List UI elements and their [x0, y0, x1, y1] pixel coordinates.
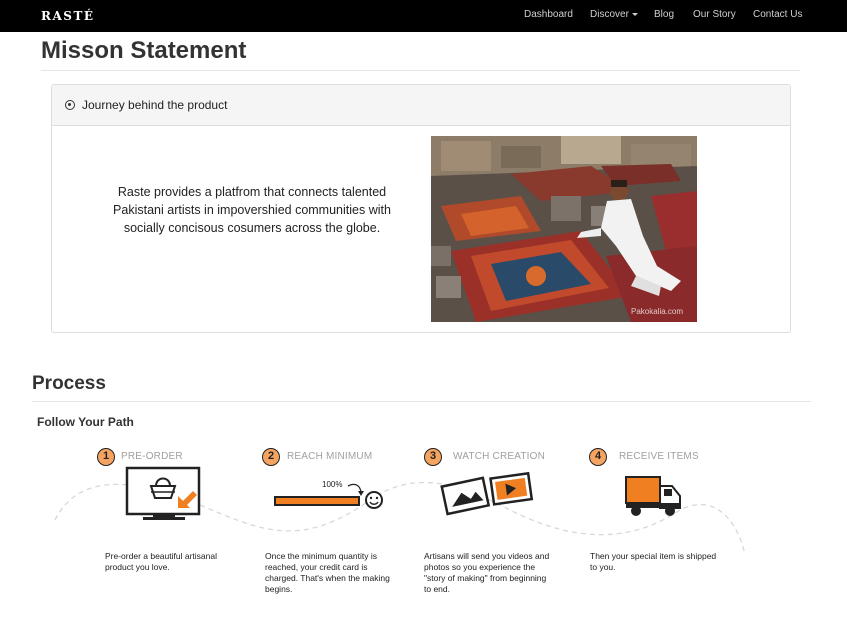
mission-text: Raste provides a platfrom that connects …	[113, 185, 391, 235]
nav-our-story[interactable]: Our Story	[693, 9, 736, 20]
panel-heading: Journey behind the product	[52, 85, 790, 126]
step-1-title: PRE-ORDER	[121, 451, 183, 462]
truck-icon	[625, 476, 681, 516]
panel-title: Journey behind the product	[82, 98, 228, 112]
follow-path-title: Follow Your Path	[37, 415, 134, 429]
step-3-number: 3	[424, 448, 442, 466]
mission-panel: Journey behind the product Raste provide…	[51, 84, 791, 333]
photo-video-icon	[440, 471, 534, 516]
nav-discover[interactable]: Discover	[590, 9, 638, 20]
smiley-icon	[365, 491, 383, 509]
progress-bar-icon	[274, 483, 383, 509]
step-4-description: Then your special item is shipped to you…	[590, 551, 717, 572]
step-2-number: 2	[262, 448, 280, 466]
nav-contact[interactable]: Contact Us	[753, 9, 802, 20]
nav-links: Dashboard Discover Blog Our Story Contac…	[0, 9, 847, 23]
chevron-down-icon	[631, 12, 638, 16]
photo-watermark: Pakokalia.com	[631, 307, 683, 316]
step-3-title: WATCH CREATION	[453, 451, 546, 462]
mission-title: Misson Statement	[41, 37, 247, 64]
step-3-description: Artisans will send you videos and photos…	[424, 551, 550, 594]
compass-icon	[65, 100, 75, 110]
process-title: Process	[32, 373, 106, 394]
step-4-number: 4	[589, 448, 607, 466]
nav-blog[interactable]: Blog	[654, 9, 674, 20]
navbar: RASTÉ Dashboard Discover Blog Our Story …	[0, 0, 847, 32]
divider	[41, 70, 800, 71]
step-1-description: Pre-order a beautiful artisanal product …	[105, 551, 217, 572]
step-2-title: REACH MINIMUM	[287, 451, 373, 462]
step-2-description: Once the minimum quantity is reached, yo…	[265, 551, 390, 594]
artisan-rug-photo: Pakokalia.com	[431, 136, 697, 322]
step-4-title: RECEIVE ITEMS	[619, 451, 699, 462]
photo-artwork: Pakokalia.com	[431, 136, 697, 322]
divider	[32, 401, 811, 402]
nav-dashboard[interactable]: Dashboard	[524, 9, 573, 20]
step-1-number: 1	[97, 448, 115, 466]
computer-basket-icon	[125, 466, 201, 520]
nav-discover-label: Discover	[590, 9, 629, 20]
